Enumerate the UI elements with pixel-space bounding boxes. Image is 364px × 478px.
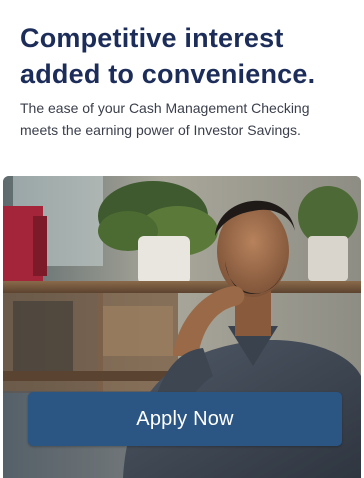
headline-line-2: added to convenience. [20, 59, 316, 89]
promo-card: Competitive interest added to convenienc… [0, 0, 364, 478]
apply-now-button[interactable]: Apply Now [28, 392, 342, 446]
promo-headline: Competitive interest added to convenienc… [20, 20, 340, 92]
promo-description: The ease of your Cash Management Checkin… [20, 100, 310, 138]
headline-line-1: Competitive interest [20, 23, 284, 53]
